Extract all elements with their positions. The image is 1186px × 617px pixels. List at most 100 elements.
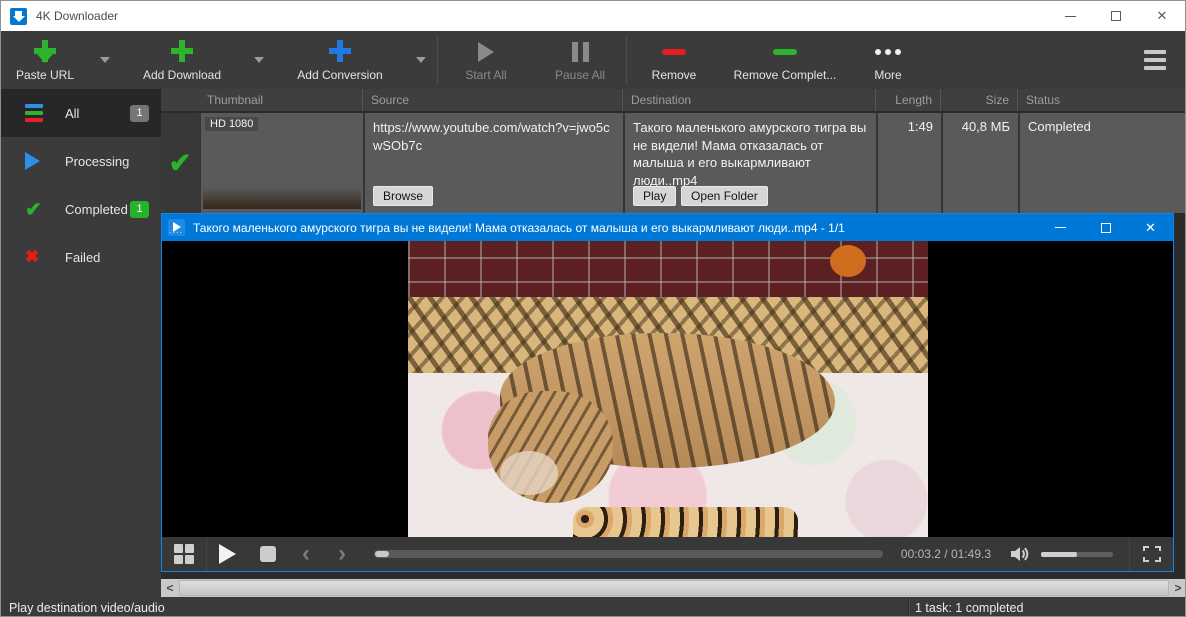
seek-bar[interactable] xyxy=(374,550,883,558)
sidebar-item-failed[interactable]: ✖ Failed xyxy=(1,233,161,281)
player-maximize-button[interactable] xyxy=(1083,214,1128,241)
video-ball xyxy=(830,245,866,277)
destination-filename: Такого маленького амурского тигра вы не … xyxy=(633,119,868,189)
horizontal-scrollbar[interactable]: < > xyxy=(161,579,1186,597)
length-cell: 1:49 xyxy=(878,113,941,213)
minimize-icon xyxy=(1055,227,1066,228)
add-download-dropdown[interactable] xyxy=(243,31,275,89)
minimize-button[interactable] xyxy=(1047,1,1093,31)
titlebar: 4K Downloader ✕ xyxy=(1,1,1185,31)
thumbnail-cell: HD 1080 xyxy=(201,113,363,213)
sidebar-item-all[interactable]: All 1 xyxy=(1,89,161,137)
processing-icon xyxy=(25,152,40,170)
remove-completed-label: Remove Complet... xyxy=(734,68,837,82)
volume-slider[interactable] xyxy=(1041,552,1113,557)
add-conversion-dropdown[interactable] xyxy=(405,31,437,89)
open-folder-button[interactable]: Open Folder xyxy=(681,186,768,206)
start-all-icon xyxy=(478,42,494,62)
browse-button[interactable]: Browse xyxy=(373,186,433,206)
player-controls: ‹ › 00:03.2 / 01:49.3 xyxy=(162,537,1173,571)
remove-button[interactable]: Remove xyxy=(627,31,721,89)
toolbar: Paste URL Add Download Add Conversion St… xyxy=(1,31,1185,89)
scrollbar-thumb[interactable] xyxy=(179,580,1169,596)
menu-button[interactable] xyxy=(1125,31,1185,89)
close-icon: ✕ xyxy=(1157,8,1168,24)
player-close-button[interactable]: ✕ xyxy=(1128,214,1173,241)
add-conversion-icon xyxy=(329,40,351,64)
volume-icon[interactable] xyxy=(1009,545,1031,563)
sidebar-item-label: All xyxy=(65,106,79,121)
hamburger-icon xyxy=(1144,50,1166,54)
play-button[interactable]: Play xyxy=(633,186,676,206)
table-row[interactable]: ✔ HD 1080 https://www.youtube.com/watch?… xyxy=(161,113,1186,213)
table-header: Thumbnail Source Destination Length Size… xyxy=(161,89,1186,111)
stop-button[interactable] xyxy=(248,537,288,571)
header-thumbnail[interactable]: Thumbnail xyxy=(161,89,363,111)
sidebar-item-label: Completed xyxy=(65,202,128,217)
sidebar-item-label: Failed xyxy=(65,250,100,265)
pause-all-icon xyxy=(572,40,589,64)
start-all-button[interactable]: Start All xyxy=(438,31,534,89)
all-count-badge: 1 xyxy=(130,105,149,122)
fullscreen-button[interactable] xyxy=(1129,537,1173,571)
close-icon: ✕ xyxy=(1145,220,1156,236)
maximize-icon xyxy=(1111,11,1121,21)
sidebar-item-completed[interactable]: ✔ Completed 1 xyxy=(1,185,161,233)
header-source[interactable]: Source xyxy=(363,89,623,111)
start-all-label: Start All xyxy=(465,68,506,82)
video-leopard-strip xyxy=(573,507,798,537)
player-title: Такого маленького амурского тигра вы не … xyxy=(193,221,1038,235)
paste-url-dropdown[interactable] xyxy=(89,31,121,89)
pause-all-label: Pause All xyxy=(555,68,605,82)
add-conversion-label: Add Conversion xyxy=(297,68,382,82)
all-filter-icon xyxy=(25,104,51,122)
next-button[interactable]: › xyxy=(324,544,360,564)
chevron-down-icon xyxy=(254,57,264,63)
task-summary: 1 task: 1 completed xyxy=(909,601,1023,615)
remove-completed-icon xyxy=(773,49,797,55)
playlist-button[interactable] xyxy=(162,537,206,571)
status-cell: Completed xyxy=(1020,113,1186,213)
close-button[interactable]: ✕ xyxy=(1139,1,1185,31)
header-destination[interactable]: Destination xyxy=(623,89,876,111)
app-logo-icon xyxy=(10,8,27,25)
more-icon xyxy=(875,40,901,64)
player-minimize-button[interactable] xyxy=(1038,214,1083,241)
playback-time: 00:03.2 / 01:49.3 xyxy=(901,547,991,561)
video-display[interactable] xyxy=(162,241,1173,537)
previous-button[interactable]: ‹ xyxy=(288,544,324,564)
add-download-button[interactable]: Add Download xyxy=(121,31,243,89)
source-cell: https://www.youtube.com/watch?v=jwo5cwSO… xyxy=(365,113,623,213)
player-window-controls: ✕ xyxy=(1038,214,1173,241)
header-status[interactable]: Status xyxy=(1018,89,1186,111)
add-conversion-button[interactable]: Add Conversion xyxy=(275,31,405,89)
app-title: 4K Downloader xyxy=(36,9,118,23)
scroll-right-button[interactable]: > xyxy=(1169,579,1186,597)
failed-icon: ✖ xyxy=(25,247,51,267)
remove-label: Remove xyxy=(652,68,697,82)
remove-icon xyxy=(662,49,686,55)
header-length[interactable]: Length xyxy=(876,89,941,111)
more-button[interactable]: More xyxy=(849,31,927,89)
paste-url-button[interactable]: Paste URL xyxy=(1,31,89,89)
destination-cell: Такого маленького амурского тигра вы не … xyxy=(625,113,876,213)
sidebar: All 1 Processing ✔ Completed 1 ✖ Failed xyxy=(1,89,161,597)
sidebar-item-processing[interactable]: Processing xyxy=(1,137,161,185)
size-cell: 40,8 МБ xyxy=(943,113,1018,213)
remove-completed-button[interactable]: Remove Complet... xyxy=(721,31,849,89)
quality-badge: HD 1080 xyxy=(205,117,258,131)
source-url: https://www.youtube.com/watch?v=jwo5cwSO… xyxy=(373,119,615,154)
window-controls: ✕ xyxy=(1047,1,1185,31)
play-icon xyxy=(219,544,236,564)
scroll-left-button[interactable]: < xyxy=(161,579,179,597)
row-status-cell: ✔ xyxy=(161,113,199,213)
maximize-button[interactable] xyxy=(1093,1,1139,31)
statusbar: Play destination video/audio 1 task: 1 c… xyxy=(1,597,1185,617)
chevron-down-icon xyxy=(416,57,426,63)
player-titlebar[interactable]: Такого маленького амурского тигра вы не … xyxy=(162,214,1173,241)
add-download-icon xyxy=(171,40,193,64)
completed-count-badge: 1 xyxy=(130,201,149,218)
play-pause-button[interactable] xyxy=(207,537,248,571)
header-size[interactable]: Size xyxy=(941,89,1018,111)
pause-all-button[interactable]: Pause All xyxy=(534,31,626,89)
